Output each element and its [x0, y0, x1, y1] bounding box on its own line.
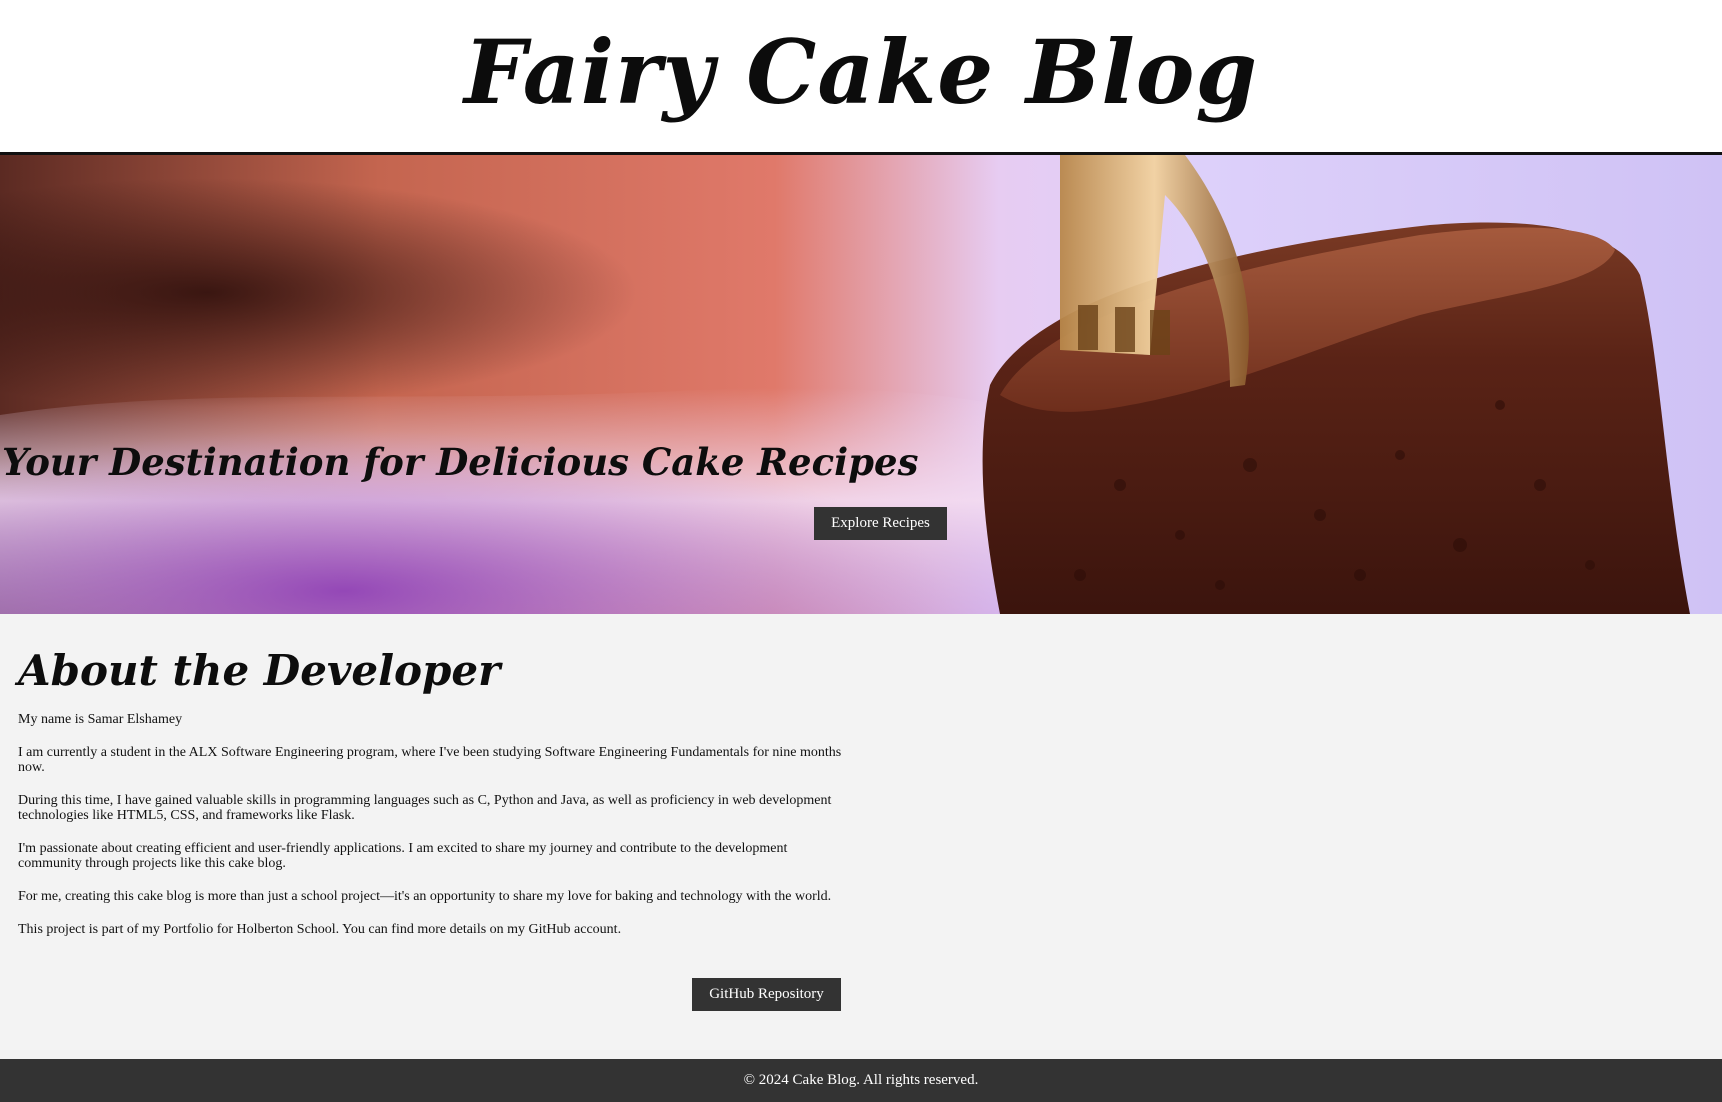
- hero-tagline: Your Destination for Delicious Cake Reci…: [2, 440, 919, 484]
- about-section: About the Developer My name is Samar Els…: [0, 614, 1722, 1059]
- site-header: Fairy Cake Blog: [0, 0, 1722, 155]
- site-title: Fairy Cake Blog: [464, 20, 1258, 124]
- github-repository-button[interactable]: GitHub Repository: [692, 978, 841, 1011]
- site-footer: © 2024 Cake Blog. All rights reserved.: [0, 1059, 1722, 1102]
- about-paragraph: I'm passionate about creating efficient …: [18, 841, 788, 871]
- about-title: About the Developer: [18, 646, 501, 695]
- explore-recipes-button[interactable]: Explore Recipes: [814, 507, 947, 540]
- about-body: My name is Samar Elshamey I am currently…: [18, 712, 848, 955]
- about-paragraph: This project is part of my Portfolio for…: [18, 922, 622, 937]
- footer-copyright: © 2024 Cake Blog. All rights reserved.: [743, 1072, 979, 1088]
- hero-cake-image: [0, 155, 1722, 614]
- about-paragraph: For me, creating this cake blog is more …: [18, 889, 832, 904]
- about-paragraph: I am currently a student in the ALX Soft…: [18, 745, 842, 775]
- hero-banner: Your Destination for Delicious Cake Reci…: [0, 155, 1722, 614]
- about-paragraph: My name is Samar Elshamey: [18, 712, 183, 727]
- about-paragraph: During this time, I have gained valuable…: [18, 793, 832, 823]
